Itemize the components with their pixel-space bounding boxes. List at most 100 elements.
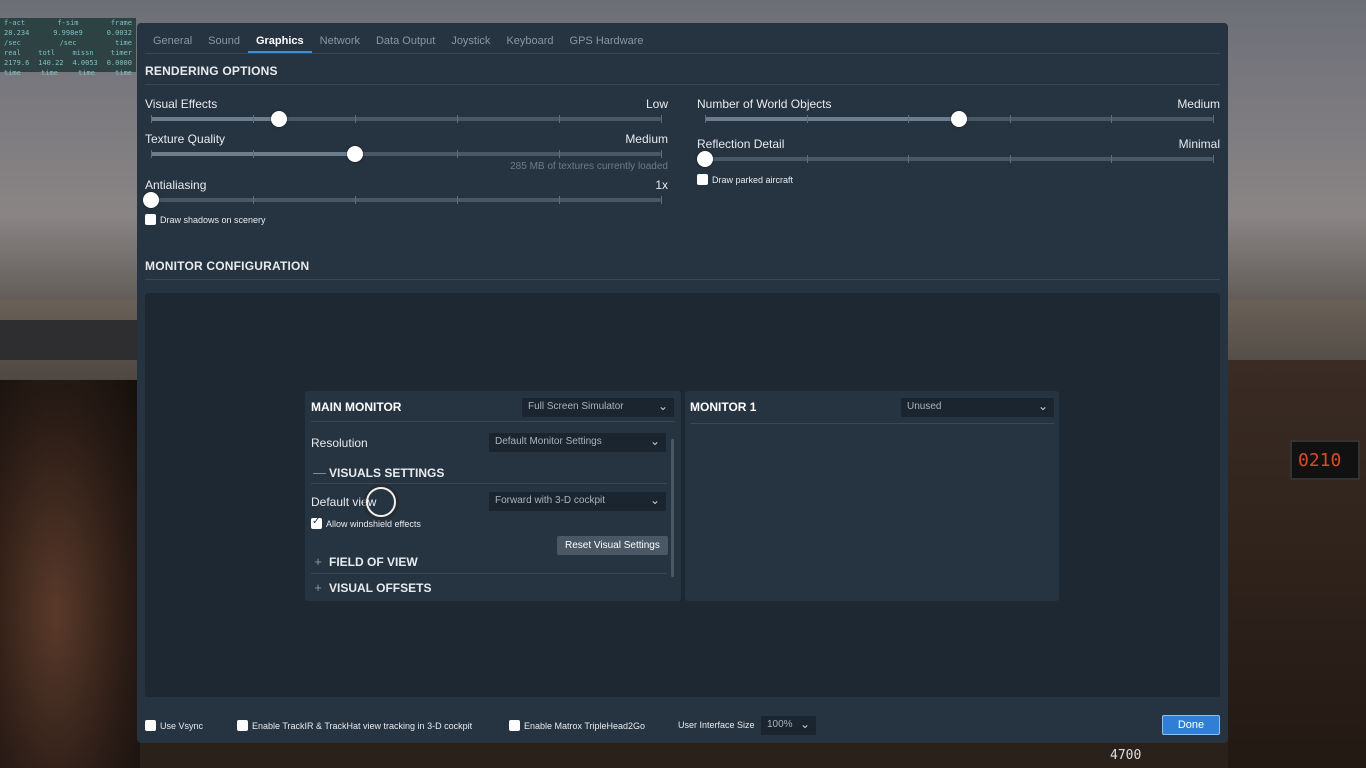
draw-parked-aircraft-box[interactable] xyxy=(697,174,708,185)
background-clock-display: 0210 xyxy=(1290,440,1360,480)
expand-icon: + xyxy=(314,580,322,595)
settings-window: General Sound Graphics Network Data Output Jo… xyxy=(137,23,1228,743)
tab-graphics[interactable]: Graphics xyxy=(247,33,312,53)
reflection-detail-slider[interactable] xyxy=(697,151,1214,167)
debug-cell: 140.22 xyxy=(38,59,64,67)
antialiasing-slider[interactable] xyxy=(143,192,662,208)
slider-thumb[interactable] xyxy=(143,192,159,208)
monitor-1-title: MONITOR 1 xyxy=(690,400,757,414)
debug-framerate-overlay: f-act f-sim frame 28.234 9.998e9 0.0032/sec/s… xyxy=(0,18,136,77)
monitor-1-card: MONITOR 1 Unused ⌄ xyxy=(685,391,1059,601)
slider-thumb[interactable] xyxy=(951,111,967,127)
expand-icon: + xyxy=(314,554,322,569)
slider-tick xyxy=(559,115,560,123)
default-view-value: Forward with 3-D cockpit xyxy=(495,495,606,506)
monitor-configuration-area: MAIN MONITOR Full Screen Simulator ⌄ Res… xyxy=(145,293,1220,697)
tab-keyboard[interactable]: Keyboard xyxy=(498,33,561,53)
debug-row: f-act f-sim frame xyxy=(0,18,136,28)
windshield-effects-box[interactable] xyxy=(311,516,322,529)
collapse-icon: — xyxy=(313,465,326,480)
slider-track xyxy=(705,157,1213,161)
done-button[interactable]: Done xyxy=(1162,715,1220,735)
matrox-box[interactable] xyxy=(509,720,520,731)
resolution-value: Default Monitor Settings xyxy=(495,436,602,447)
slider-thumb[interactable] xyxy=(347,146,363,162)
texture-quality-label: Texture Quality xyxy=(145,132,226,146)
visual-effects-label: Visual Effects xyxy=(145,97,218,111)
slider-tick xyxy=(806,115,808,123)
main-monitor-mode-value: Full Screen Simulator xyxy=(528,401,624,412)
draw-shadows-label: Draw shadows on scenery xyxy=(160,214,266,225)
debug-cell: 4.0053 xyxy=(72,59,98,67)
slider-thumb[interactable] xyxy=(697,151,713,167)
ui-size-label: User Interface Size xyxy=(678,720,755,730)
slider-tick xyxy=(457,150,458,158)
tab-network[interactable]: Network xyxy=(312,33,368,53)
debug-cell: time xyxy=(4,69,21,77)
monitor-1-mode-dropdown[interactable]: Unused ⌄ xyxy=(901,398,1054,417)
reset-visual-settings-button[interactable]: Reset Visual Settings xyxy=(557,536,668,555)
slider-tick xyxy=(559,150,560,158)
windshield-effects-checkbox[interactable]: Allow windshield effects xyxy=(311,516,421,529)
draw-shadows-checkbox[interactable]: Draw shadows on scenery xyxy=(145,214,266,225)
chevron-down-icon: ⌄ xyxy=(1037,399,1048,413)
debug-cell: timer xyxy=(110,49,132,57)
debug-cell: time xyxy=(78,69,95,77)
monitor-1-mode-value: Unused xyxy=(907,401,942,412)
visuals-settings-header[interactable]: — VISUALS SETTINGS xyxy=(313,465,444,480)
draw-parked-aircraft-label: Draw parked aircraft xyxy=(712,174,794,185)
tab-joystick[interactable]: Joystick xyxy=(443,33,498,53)
tab-gps-hardware[interactable]: GPS Hardware xyxy=(562,33,652,53)
debug-cell: time xyxy=(41,69,58,77)
field-of-view-header[interactable]: + FIELD OF VIEW xyxy=(313,554,418,569)
background-instrument-panel xyxy=(140,740,1228,768)
slider-fill xyxy=(151,117,279,121)
slider-tick xyxy=(253,150,254,158)
main-monitor-card: MAIN MONITOR Full Screen Simulator ⌄ Res… xyxy=(305,391,681,601)
slider-tick xyxy=(705,115,706,123)
texture-quality-slider[interactable] xyxy=(151,146,662,162)
rendering-options-title: RENDERING OPTIONS xyxy=(145,64,278,78)
slider-thumb[interactable] xyxy=(270,111,287,127)
slider-tick xyxy=(908,155,910,163)
debug-cell: /sec xyxy=(4,39,21,47)
debug-row: 2179.6 140.22 4.0053 0.0000 xyxy=(0,58,136,68)
debug-row: 28.234 9.998e9 0.0032 xyxy=(0,28,136,38)
slider-tick xyxy=(661,196,662,204)
visual-offsets-label: VISUAL OFFSETS xyxy=(329,580,432,595)
chevron-down-icon: ⌄ xyxy=(649,493,660,507)
trackir-box[interactable] xyxy=(237,720,248,731)
tab-divider xyxy=(145,53,1220,54)
default-view-dropdown[interactable]: Forward with 3-D cockpit ⌄ xyxy=(489,492,666,511)
debug-cell: 28.234 xyxy=(4,29,30,37)
main-monitor-mode-dropdown[interactable]: Full Screen Simulator ⌄ xyxy=(522,398,674,417)
ui-size-dropdown[interactable]: 100% ⌄ xyxy=(761,716,816,735)
resolution-dropdown[interactable]: Default Monitor Settings ⌄ xyxy=(489,433,666,452)
main-monitor-title: MAIN MONITOR xyxy=(311,400,402,414)
draw-shadows-box[interactable] xyxy=(145,214,156,225)
background-altitude-display: 4700 xyxy=(1110,748,1142,763)
slider-tick xyxy=(661,150,662,158)
slider-tick xyxy=(151,115,152,123)
card-divider xyxy=(311,421,675,422)
visual-effects-slider[interactable] xyxy=(151,111,662,127)
slider-tick xyxy=(457,196,458,204)
matrox-checkbox[interactable]: Enable Matrox TripleHead2Go xyxy=(509,720,645,731)
vsync-box[interactable] xyxy=(145,720,156,731)
world-objects-slider[interactable] xyxy=(705,111,1214,127)
tab-sound[interactable]: Sound xyxy=(200,33,248,53)
debug-cell: 0.0032 xyxy=(106,29,132,37)
debug-cell: 2179.6 xyxy=(4,59,30,67)
section-divider xyxy=(145,84,1220,85)
draw-parked-aircraft-checkbox[interactable]: Draw parked aircraft xyxy=(697,174,793,185)
main-monitor-scrollbar[interactable] xyxy=(671,439,674,577)
debug-cell: time xyxy=(115,39,132,47)
trackir-checkbox[interactable]: Enable TrackIR & TrackHat view tracking … xyxy=(237,720,472,731)
vsync-checkbox[interactable]: Use Vsync xyxy=(145,720,203,731)
tab-data-output[interactable]: Data Output xyxy=(368,33,443,53)
slider-tick xyxy=(1009,115,1011,123)
visual-offsets-header[interactable]: + VISUAL OFFSETS xyxy=(313,580,431,595)
tab-general[interactable]: General xyxy=(145,33,200,53)
slider-tick xyxy=(151,150,152,158)
field-of-view-label: FIELD OF VIEW xyxy=(329,554,418,569)
